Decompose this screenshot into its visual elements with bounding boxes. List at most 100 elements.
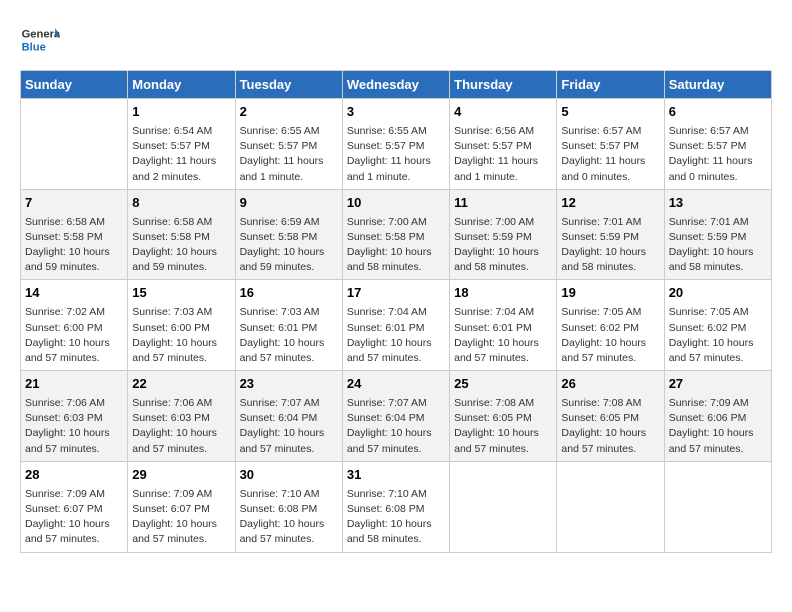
day-number: 3 bbox=[347, 103, 445, 122]
day-info-line: Sunrise: 6:57 AM bbox=[669, 124, 767, 139]
week-row-4: 21Sunrise: 7:06 AMSunset: 6:03 PMDayligh… bbox=[21, 371, 772, 462]
day-info-line: Daylight: 10 hours bbox=[561, 426, 659, 441]
day-info-line: and 57 minutes. bbox=[669, 351, 767, 366]
day-info-line: Daylight: 10 hours bbox=[561, 245, 659, 260]
calendar-cell: 31Sunrise: 7:10 AMSunset: 6:08 PMDayligh… bbox=[342, 461, 449, 552]
day-info-line: and 57 minutes. bbox=[25, 442, 123, 457]
day-info-line: Sunrise: 6:58 AM bbox=[25, 215, 123, 230]
day-info-line: and 57 minutes. bbox=[561, 442, 659, 457]
day-info-line: and 57 minutes. bbox=[454, 442, 552, 457]
day-info-line: Sunrise: 7:06 AM bbox=[132, 396, 230, 411]
svg-text:Blue: Blue bbox=[22, 41, 46, 53]
calendar-cell: 3Sunrise: 6:55 AMSunset: 5:57 PMDaylight… bbox=[342, 99, 449, 190]
day-info-line: Sunrise: 7:09 AM bbox=[669, 396, 767, 411]
day-info-line: Sunset: 5:57 PM bbox=[132, 139, 230, 154]
day-number: 17 bbox=[347, 284, 445, 303]
day-info-line: Daylight: 10 hours bbox=[561, 336, 659, 351]
calendar-cell: 25Sunrise: 7:08 AMSunset: 6:05 PMDayligh… bbox=[450, 371, 557, 462]
calendar-cell: 8Sunrise: 6:58 AMSunset: 5:58 PMDaylight… bbox=[128, 189, 235, 280]
day-number: 26 bbox=[561, 375, 659, 394]
day-number: 8 bbox=[132, 194, 230, 213]
day-info-line: Sunset: 6:04 PM bbox=[240, 411, 338, 426]
day-info-line: Sunrise: 6:54 AM bbox=[132, 124, 230, 139]
day-info-line: Daylight: 10 hours bbox=[25, 426, 123, 441]
day-number: 4 bbox=[454, 103, 552, 122]
day-info-line: and 58 minutes. bbox=[347, 260, 445, 275]
day-info-line: and 57 minutes. bbox=[132, 532, 230, 547]
day-number: 20 bbox=[669, 284, 767, 303]
day-info-line: and 1 minute. bbox=[454, 170, 552, 185]
day-info-line: Daylight: 11 hours bbox=[347, 154, 445, 169]
week-row-5: 28Sunrise: 7:09 AMSunset: 6:07 PMDayligh… bbox=[21, 461, 772, 552]
day-info-line: Sunrise: 7:00 AM bbox=[347, 215, 445, 230]
day-info-line: Daylight: 10 hours bbox=[240, 517, 338, 532]
calendar-cell: 29Sunrise: 7:09 AMSunset: 6:07 PMDayligh… bbox=[128, 461, 235, 552]
day-header-sunday: Sunday bbox=[21, 71, 128, 99]
day-info-line: Daylight: 11 hours bbox=[669, 154, 767, 169]
day-info-line: Daylight: 10 hours bbox=[25, 517, 123, 532]
day-info-line: Daylight: 10 hours bbox=[669, 336, 767, 351]
day-info-line: and 57 minutes. bbox=[240, 532, 338, 547]
day-number: 31 bbox=[347, 466, 445, 485]
day-info-line: Daylight: 10 hours bbox=[347, 426, 445, 441]
day-info-line: and 57 minutes. bbox=[132, 351, 230, 366]
calendar-cell: 5Sunrise: 6:57 AMSunset: 5:57 PMDaylight… bbox=[557, 99, 664, 190]
day-info-line: Sunrise: 7:10 AM bbox=[240, 487, 338, 502]
day-header-thursday: Thursday bbox=[450, 71, 557, 99]
day-info-line: and 0 minutes. bbox=[561, 170, 659, 185]
day-info-line: and 57 minutes. bbox=[561, 351, 659, 366]
calendar-cell: 17Sunrise: 7:04 AMSunset: 6:01 PMDayligh… bbox=[342, 280, 449, 371]
day-header-saturday: Saturday bbox=[664, 71, 771, 99]
day-info-line: Sunrise: 6:57 AM bbox=[561, 124, 659, 139]
day-info-line: Daylight: 11 hours bbox=[561, 154, 659, 169]
day-info-line: Sunset: 5:57 PM bbox=[347, 139, 445, 154]
day-number: 30 bbox=[240, 466, 338, 485]
calendar-cell: 13Sunrise: 7:01 AMSunset: 5:59 PMDayligh… bbox=[664, 189, 771, 280]
day-info-line: Daylight: 11 hours bbox=[454, 154, 552, 169]
day-info-line: Sunset: 5:58 PM bbox=[132, 230, 230, 245]
day-info-line: Sunrise: 7:08 AM bbox=[561, 396, 659, 411]
day-info-line: Daylight: 10 hours bbox=[25, 336, 123, 351]
day-info-line: and 57 minutes. bbox=[240, 351, 338, 366]
day-info-line: and 57 minutes. bbox=[25, 351, 123, 366]
day-info-line: Sunrise: 7:08 AM bbox=[454, 396, 552, 411]
day-number: 12 bbox=[561, 194, 659, 213]
day-info-line: Sunset: 5:58 PM bbox=[25, 230, 123, 245]
week-row-1: 1Sunrise: 6:54 AMSunset: 5:57 PMDaylight… bbox=[21, 99, 772, 190]
day-info-line: Daylight: 10 hours bbox=[25, 245, 123, 260]
day-info-line: Sunset: 6:03 PM bbox=[25, 411, 123, 426]
day-info-line: Daylight: 10 hours bbox=[132, 245, 230, 260]
day-number: 24 bbox=[347, 375, 445, 394]
day-number: 9 bbox=[240, 194, 338, 213]
day-number: 18 bbox=[454, 284, 552, 303]
day-info-line: Daylight: 10 hours bbox=[132, 426, 230, 441]
day-info-line: and 57 minutes. bbox=[240, 442, 338, 457]
day-info-line: Sunset: 6:02 PM bbox=[669, 321, 767, 336]
day-header-friday: Friday bbox=[557, 71, 664, 99]
day-info-line: Daylight: 10 hours bbox=[669, 245, 767, 260]
day-info-line: Daylight: 10 hours bbox=[347, 517, 445, 532]
day-info-line: and 59 minutes. bbox=[25, 260, 123, 275]
day-number: 19 bbox=[561, 284, 659, 303]
day-number: 7 bbox=[25, 194, 123, 213]
day-number: 29 bbox=[132, 466, 230, 485]
day-number: 5 bbox=[561, 103, 659, 122]
calendar-cell: 20Sunrise: 7:05 AMSunset: 6:02 PMDayligh… bbox=[664, 280, 771, 371]
calendar-cell: 14Sunrise: 7:02 AMSunset: 6:00 PMDayligh… bbox=[21, 280, 128, 371]
page-header: General Blue bbox=[20, 20, 772, 60]
day-info-line: Sunset: 5:58 PM bbox=[240, 230, 338, 245]
day-info-line: Sunset: 5:58 PM bbox=[347, 230, 445, 245]
day-info-line: Daylight: 10 hours bbox=[454, 426, 552, 441]
day-info-line: Sunset: 6:00 PM bbox=[132, 321, 230, 336]
day-number: 23 bbox=[240, 375, 338, 394]
calendar-cell bbox=[450, 461, 557, 552]
day-info-line: and 57 minutes. bbox=[347, 442, 445, 457]
day-info-line: Sunrise: 7:02 AM bbox=[25, 305, 123, 320]
day-header-tuesday: Tuesday bbox=[235, 71, 342, 99]
day-number: 28 bbox=[25, 466, 123, 485]
calendar-table: SundayMondayTuesdayWednesdayThursdayFrid… bbox=[20, 70, 772, 553]
calendar-cell: 26Sunrise: 7:08 AMSunset: 6:05 PMDayligh… bbox=[557, 371, 664, 462]
day-info-line: and 58 minutes. bbox=[347, 532, 445, 547]
calendar-cell: 30Sunrise: 7:10 AMSunset: 6:08 PMDayligh… bbox=[235, 461, 342, 552]
calendar-cell: 22Sunrise: 7:06 AMSunset: 6:03 PMDayligh… bbox=[128, 371, 235, 462]
